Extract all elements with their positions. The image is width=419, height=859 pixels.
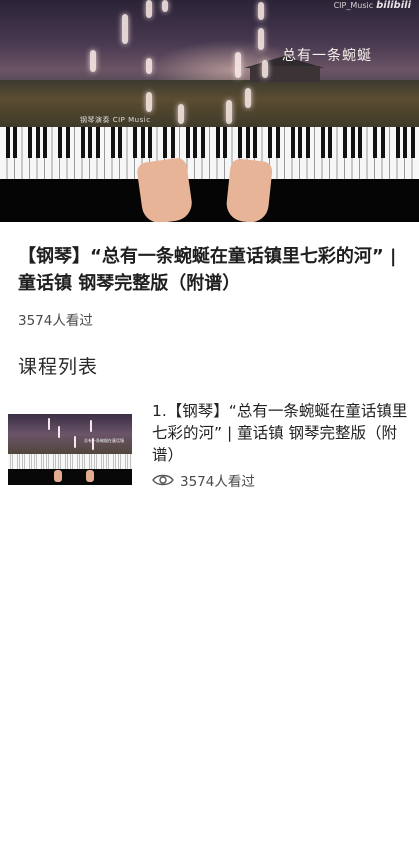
piano-black-key (223, 127, 227, 158)
piano-black-key (5, 127, 10, 158)
note-bar (226, 100, 232, 124)
note-bar (146, 92, 152, 112)
piano-black-key (380, 127, 385, 158)
piano-black-key (298, 127, 302, 158)
platform-watermark: CIP_Music bilibili (334, 0, 411, 11)
piano-black-key (275, 127, 280, 158)
thumb-note-bar (74, 436, 76, 448)
piano-black-key (373, 127, 377, 158)
note-bar (245, 88, 251, 108)
piano-black-key (163, 127, 167, 158)
lesson-meta: 3574人看过 (152, 471, 255, 490)
piano-black-key (118, 127, 122, 158)
piano-black-key (350, 127, 355, 158)
house (250, 66, 320, 82)
piano-black-key (43, 127, 47, 158)
video-overlay-title: 总有一条蜿蜒 (282, 48, 372, 64)
piano-black-key (253, 127, 257, 158)
note-bar (146, 58, 152, 74)
piano-black-key (403, 127, 407, 158)
piano-black-key (215, 127, 220, 158)
piano-black-key (88, 127, 92, 158)
thumb-right-hand (86, 470, 94, 482)
piano-black-key (58, 127, 62, 158)
note-bar (178, 104, 184, 124)
piano-black-key (238, 127, 242, 158)
piano-black-key (140, 127, 145, 158)
course-title: 【钢琴】“总有一条蜿蜒在童话镇里七彩的河” | 童话镇 钢琴完整版（附谱） (18, 246, 397, 294)
piano-black-key (28, 127, 32, 158)
piano-black-key (245, 127, 250, 158)
lesson-thumbnail[interactable]: 总有一条蜿蜒在童话镇 (8, 414, 132, 485)
piano-black-key (13, 127, 17, 158)
eye-icon (152, 474, 174, 486)
thumb-note-bar (58, 426, 60, 438)
piano-black-key (305, 127, 310, 158)
keyboard-shadow (0, 179, 419, 222)
piano-black-key (133, 127, 137, 158)
note-bar (262, 60, 268, 78)
thumbnail-keyboard (8, 454, 132, 469)
thumb-left-hand (54, 470, 62, 482)
piano-black-key (65, 127, 70, 158)
note-bar (90, 50, 96, 72)
note-bar (235, 52, 241, 78)
note-bar (122, 14, 128, 44)
field-hills (0, 80, 419, 127)
note-bar (258, 28, 264, 50)
player-caption: 钢琴演奏 CIP Music (80, 116, 151, 124)
video-player[interactable]: 钢琴演奏 CIP Music 总有一条蜿蜒 CIP_Music bilibili (0, 0, 419, 222)
piano-black-key (80, 127, 85, 158)
thumb-note-bar (90, 420, 92, 432)
piano-black-key (290, 127, 295, 158)
piano-black-key (185, 127, 190, 158)
piano-black-key (268, 127, 272, 158)
piano-black-key (320, 127, 325, 158)
section-title-lesson-list: 课程列表 (18, 356, 99, 378)
piano-black-key (358, 127, 362, 158)
piano-black-key (148, 127, 152, 158)
note-bar (258, 2, 264, 20)
lesson-title[interactable]: 1.【钢琴】“总有一条蜿蜒在童话镇里七彩的河” | 童话镇 钢琴完整版（附谱） (152, 400, 410, 466)
right-hand (224, 157, 274, 222)
thumbnail-caption: 总有一条蜿蜒在童话镇 (84, 438, 124, 443)
watermark-text: CIP_Music (333, 1, 374, 10)
left-hand (135, 156, 195, 222)
thumbnail-shadow (8, 469, 132, 485)
course-view-count: 3574人看过 (18, 313, 93, 329)
piano-black-key (35, 127, 40, 158)
note-bar (146, 0, 152, 18)
piano-black-key (95, 127, 100, 158)
piano-black-key (328, 127, 332, 158)
lesson-view-count: 3574人看过 (180, 474, 255, 490)
note-bar (162, 0, 168, 12)
piano-black-key (343, 127, 347, 158)
thumbnail-scene: 总有一条蜿蜒在童话镇 (8, 414, 132, 454)
piano-black-key (410, 127, 415, 158)
thumb-note-bar (48, 418, 50, 430)
piano-black-keys (0, 127, 419, 158)
piano-black-key (193, 127, 197, 158)
piano-black-key (170, 127, 175, 158)
piano-black-key (110, 127, 115, 158)
piano-black-key (200, 127, 205, 158)
piano-black-key (395, 127, 400, 158)
lesson-item[interactable]: 总有一条蜿蜒在童话镇 1.【钢琴】“总有一条蜿蜒在童话镇里七彩的河” | 童话镇… (8, 398, 411, 490)
bilibili-logo: bilibili (376, 0, 411, 11)
